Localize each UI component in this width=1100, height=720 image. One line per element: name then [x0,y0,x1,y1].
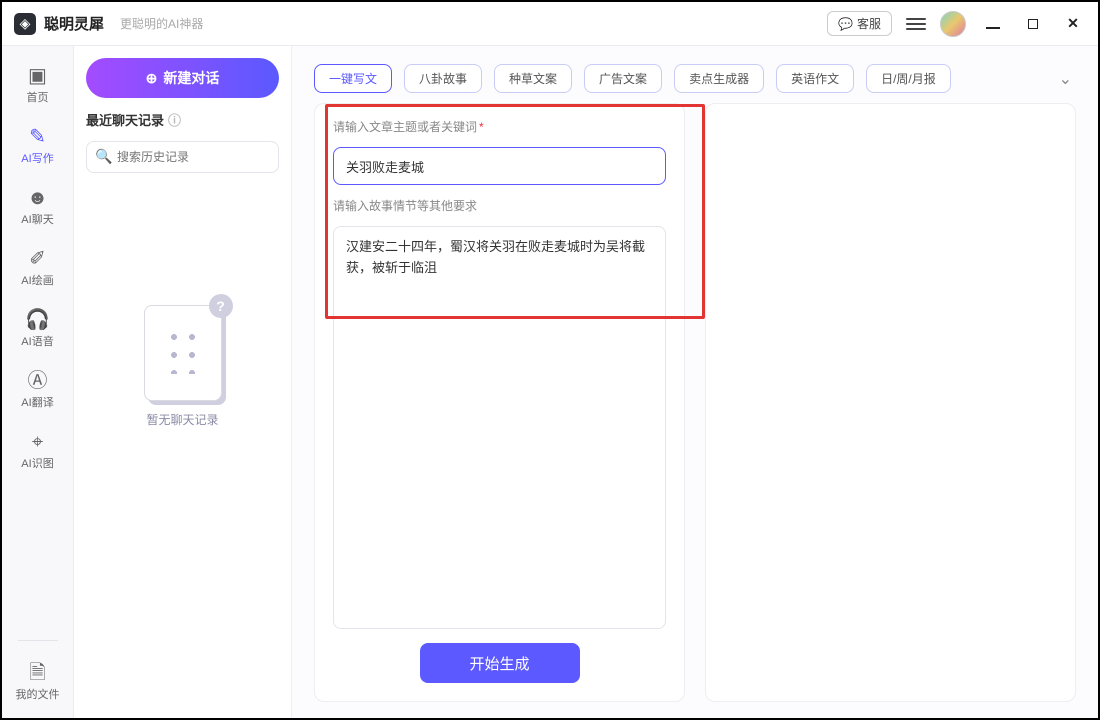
input-form-panel: 请输入文章主题或者关键词* 请输入故事情节等其他要求 开始生成 [314,103,685,702]
question-icon: ? [209,294,233,318]
speech-icon: 💬 [838,17,853,31]
nav-label: AI写作 [21,150,53,166]
main-area: 一键写文 八卦故事 种草文案 广告文案 卖点生成器 英语作文 日/周/月报 ⌄ … [292,46,1098,718]
window-minimize-button[interactable] [980,16,1006,32]
topic-label: 请输入文章主题或者关键词* [333,118,666,135]
search-icon: 🔍 [95,148,112,165]
cube-icon: ▣ [28,66,47,86]
detail-textarea[interactable] [333,226,666,629]
menu-button[interactable] [906,18,926,30]
feather-icon: ✎ [29,127,46,147]
avatar[interactable] [940,11,966,37]
topic-input[interactable] [333,147,666,185]
globe-icon: Ⓐ [28,371,48,391]
file-icon: 🗎 [29,663,45,683]
divider [18,640,58,641]
sidebar-nav: ▣ 首页 ✎ AI写作 ☻ AI聊天 ✐ AI绘画 🎧 AI语音 Ⓐ AI翻译 … [2,46,74,718]
nav-my-files[interactable]: 🗎 我的文件 [8,657,68,708]
history-search: 🔍 [86,141,279,173]
window-maximize-button[interactable] [1020,19,1046,29]
help-icon[interactable]: ⓘ [168,110,181,129]
nav-voice[interactable]: 🎧 AI语音 [8,304,68,355]
headphones-icon: 🎧 [25,310,50,330]
brand-name: 聪明灵犀 [44,13,104,34]
category-row: 一键写文 八卦故事 种草文案 广告文案 卖点生成器 英语作文 日/周/月报 ⌄ [292,46,1098,103]
history-search-input[interactable] [86,141,279,173]
plus-icon: ⊕ [146,70,158,87]
category-chip-5[interactable]: 英语作文 [776,64,854,93]
nav-label: 首页 [27,89,49,105]
category-chip-2[interactable]: 种草文案 [494,64,572,93]
nav-draw[interactable]: ✐ AI绘画 [8,243,68,294]
nav-label: AI绘画 [21,272,53,288]
nav-vision[interactable]: ⌖ AI识图 [8,426,68,477]
history-title-text: 最近聊天记录 [86,110,164,129]
support-button[interactable]: 💬 客服 [827,11,892,36]
history-column: ⊕ 新建对话 最近聊天记录 ⓘ 🔍 ? 暂无聊天记录 [74,46,292,718]
output-panel [705,103,1076,702]
history-title: 最近聊天记录 ⓘ [86,110,279,129]
brand-subtitle: 更聪明的AI神器 [120,15,203,32]
category-chip-4[interactable]: 卖点生成器 [674,64,764,93]
category-chip-1[interactable]: 八卦故事 [404,64,482,93]
new-chat-button[interactable]: ⊕ 新建对话 [86,58,279,98]
nav-label: 我的文件 [16,686,60,702]
brush-icon: ✐ [29,249,46,269]
chat-icon: ☻ [27,188,48,208]
new-chat-label: 新建对话 [163,68,219,88]
nav-label: AI语音 [21,333,53,349]
detail-label: 请输入故事情节等其他要求 [333,197,666,214]
nav-label: AI翻译 [21,394,53,410]
nav-label: AI识图 [21,455,53,471]
support-label: 客服 [857,15,881,32]
generate-button[interactable]: 开始生成 [420,643,580,683]
nav-chat[interactable]: ☻ AI聊天 [8,182,68,233]
empty-illustration: ? [144,305,222,401]
empty-text: 暂无聊天记录 [146,411,218,428]
nav-home[interactable]: ▣ 首页 [8,60,68,111]
titlebar: ◈ 聪明灵犀 更聪明的AI神器 💬 客服 ✕ [2,2,1098,46]
empty-state: ? 暂无聊天记录 [86,305,279,428]
brand: ◈ 聪明灵犀 更聪明的AI神器 [14,13,203,35]
required-star: * [479,120,484,134]
nav-translate[interactable]: Ⓐ AI翻译 [8,365,68,416]
topic-label-text: 请输入文章主题或者关键词 [333,120,477,134]
image-icon: ⌖ [32,432,43,452]
category-chip-3[interactable]: 广告文案 [584,64,662,93]
expand-categories-button[interactable]: ⌄ [1059,69,1076,89]
nav-write[interactable]: ✎ AI写作 [8,121,68,172]
nav-label: AI聊天 [21,211,53,227]
category-chip-0[interactable]: 一键写文 [314,64,392,93]
window-close-button[interactable]: ✕ [1060,15,1086,32]
brand-logo-icon: ◈ [14,13,36,35]
category-chip-6[interactable]: 日/周/月报 [866,64,951,93]
